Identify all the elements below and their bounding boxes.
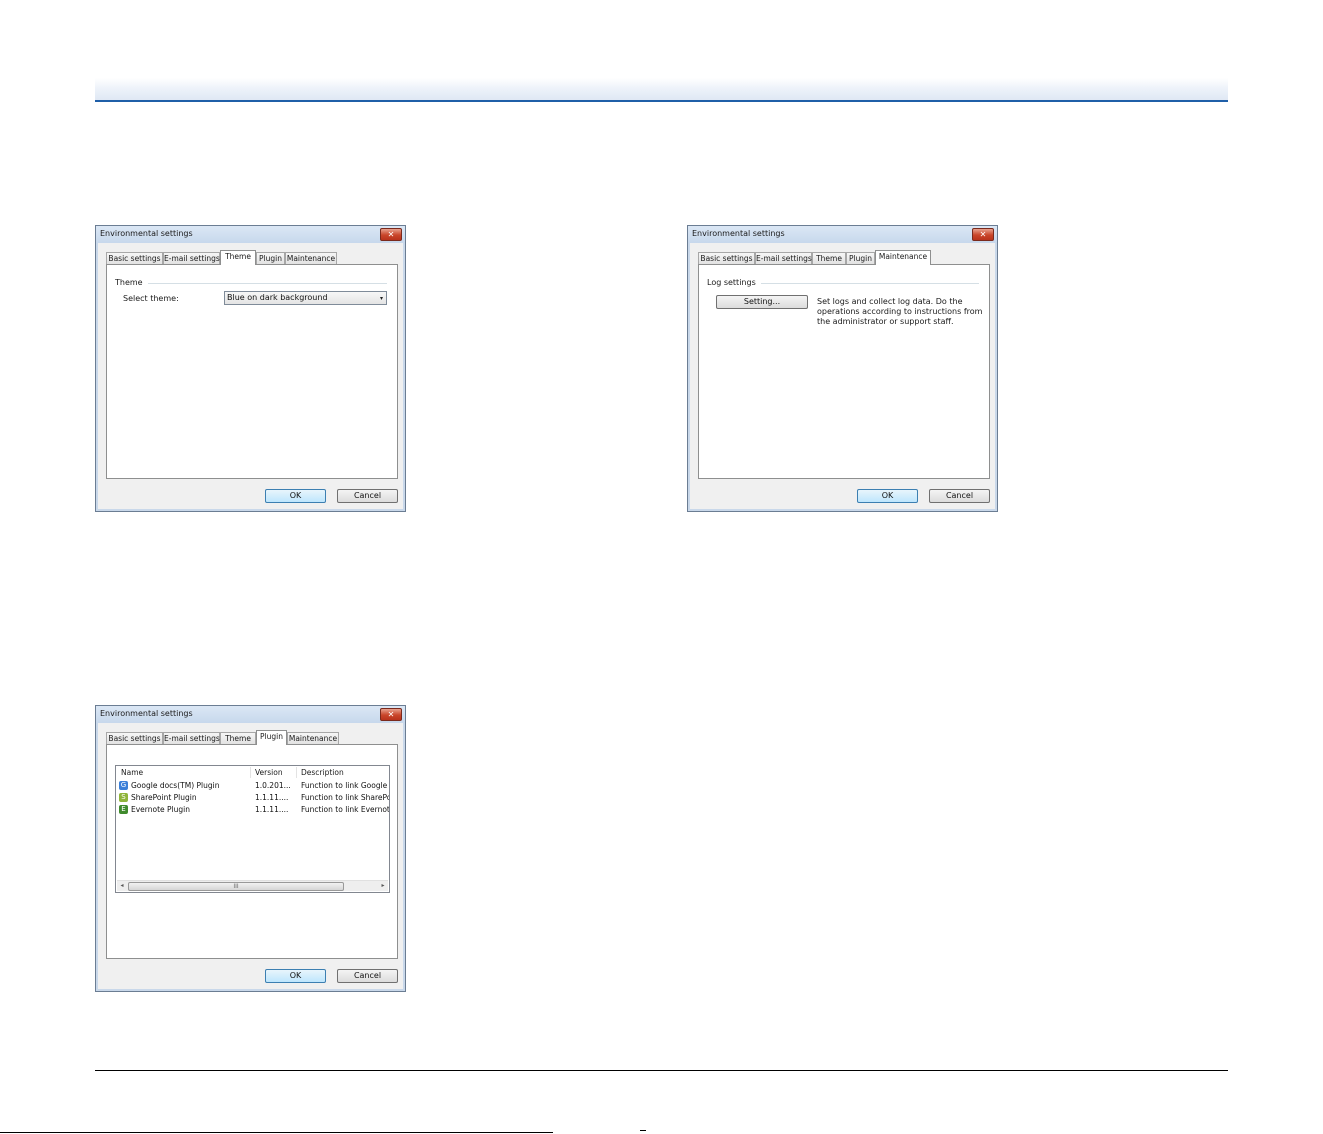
log-settings-group-label: Log settings — [707, 278, 761, 287]
chevron-down-icon: ▾ — [379, 295, 383, 302]
tab-maintenance[interactable]: Maintenance — [875, 250, 931, 265]
plugin-description: Function to link SharePo — [301, 793, 389, 802]
tab-basic-settings[interactable]: Basic settings — [106, 252, 163, 264]
environmental-settings-dialog-maintenance: Environmental settings ✕ Basic settings … — [687, 225, 998, 512]
cancel-button[interactable]: Cancel — [337, 969, 398, 983]
environmental-settings-dialog-plugin: Environmental settings ✕ Basic settings … — [95, 705, 406, 992]
plugin-version: 1.0.201... — [255, 781, 291, 790]
google-docs-icon: G — [119, 781, 128, 790]
tab-basic-settings[interactable]: Basic settings — [106, 732, 163, 744]
tab-theme[interactable]: Theme — [220, 250, 256, 265]
page-footer-rule — [95, 1070, 1228, 1071]
select-theme-label: Select theme: — [123, 294, 179, 303]
tab-basic-settings[interactable]: Basic settings — [698, 252, 755, 264]
log-setting-button[interactable]: Setting... — [716, 295, 808, 309]
tab-theme[interactable]: Theme — [220, 732, 256, 744]
title-bar: Environmental settings ✕ — [96, 706, 405, 723]
horizontal-scrollbar[interactable]: ◂ III ▸ — [117, 880, 388, 891]
plugin-name: SharePoint Plugin — [131, 793, 197, 802]
ok-button[interactable]: OK — [265, 969, 326, 983]
page-bottom-mark — [640, 1130, 646, 1131]
tab-maintenance[interactable]: Maintenance — [287, 732, 339, 744]
plugin-list-header: Name Version Description — [116, 766, 389, 779]
close-button[interactable]: ✕ — [380, 228, 402, 241]
plugin-name: Evernote Plugin — [131, 805, 190, 814]
cancel-button[interactable]: Cancel — [337, 489, 398, 503]
column-header-name[interactable]: Name — [121, 768, 143, 777]
column-header-description[interactable]: Description — [301, 768, 344, 777]
tab-plugin[interactable]: Plugin — [256, 730, 287, 745]
tab-email-settings[interactable]: E-mail settings — [163, 732, 220, 744]
scroll-right-icon[interactable]: ▸ — [378, 881, 388, 891]
column-header-version[interactable]: Version — [255, 768, 283, 777]
title-bar: Environmental settings ✕ — [688, 226, 997, 243]
tab-maintenance[interactable]: Maintenance — [285, 252, 337, 264]
dialog-client-area: Basic settings E-mail settings Theme Plu… — [690, 243, 995, 509]
dialog-title: Environmental settings — [100, 709, 193, 718]
theme-group-label: Theme — [115, 278, 148, 287]
theme-select-value: Blue on dark background — [227, 293, 328, 302]
dialog-title: Environmental settings — [692, 229, 785, 238]
tab-email-settings[interactable]: E-mail settings — [163, 252, 220, 264]
plugin-description: Function to link Google — [301, 781, 388, 790]
plugin-version: 1.1.11.... — [255, 805, 289, 814]
title-bar: Environmental settings ✕ — [96, 226, 405, 243]
plugin-list[interactable]: Name Version Description G Google docs(T… — [115, 765, 390, 893]
tab-strip: Basic settings E-mail settings Theme Plu… — [698, 250, 987, 265]
column-divider[interactable] — [296, 767, 297, 778]
environmental-settings-dialog-theme: Environmental settings ✕ Basic settings … — [95, 225, 406, 512]
sharepoint-icon: S — [119, 793, 128, 802]
tab-strip: Basic settings E-mail settings Theme Plu… — [106, 250, 395, 265]
group-divider — [115, 283, 387, 284]
scroll-left-icon[interactable]: ◂ — [117, 881, 127, 891]
close-button[interactable]: ✕ — [972, 228, 994, 241]
list-item[interactable]: G Google docs(TM) Plugin 1.0.201... Func… — [116, 780, 389, 792]
tab-plugin[interactable]: Plugin — [256, 252, 285, 264]
scrollbar-thumb[interactable]: III — [128, 882, 344, 891]
list-item[interactable]: S SharePoint Plugin 1.1.11.... Function … — [116, 792, 389, 804]
column-divider[interactable] — [250, 767, 251, 778]
tab-email-settings[interactable]: E-mail settings — [755, 252, 812, 264]
close-button[interactable]: ✕ — [380, 708, 402, 721]
plugin-panel: Name Version Description G Google docs(T… — [106, 744, 398, 959]
tab-strip: Basic settings E-mail settings Theme Plu… — [106, 730, 395, 745]
plugin-version: 1.1.11.... — [255, 793, 289, 802]
evernote-icon: E — [119, 805, 128, 814]
list-item[interactable]: E Evernote Plugin 1.1.11.... Function to… — [116, 804, 389, 816]
plugin-description: Function to link Evernot — [301, 805, 389, 814]
log-settings-help-text: Set logs and collect log data. Do the op… — [817, 297, 983, 326]
tab-theme[interactable]: Theme — [812, 252, 846, 264]
plugin-name: Google docs(TM) Plugin — [131, 781, 220, 790]
cancel-button[interactable]: Cancel — [929, 489, 990, 503]
theme-panel: Theme Select theme: Blue on dark backgro… — [106, 264, 398, 479]
ok-button[interactable]: OK — [857, 489, 918, 503]
page-header-rule — [95, 100, 1228, 102]
tab-plugin[interactable]: Plugin — [846, 252, 875, 264]
maintenance-panel: Log settings Setting... Set logs and col… — [698, 264, 990, 479]
dialog-client-area: Basic settings E-mail settings Theme Plu… — [98, 723, 403, 989]
dialog-title: Environmental settings — [100, 229, 193, 238]
page-bottom-rule — [0, 1132, 553, 1133]
page-header-band — [95, 78, 1228, 100]
dialog-client-area: Basic settings E-mail settings Theme Plu… — [98, 243, 403, 509]
theme-select[interactable]: Blue on dark background ▾ — [224, 291, 387, 305]
ok-button[interactable]: OK — [265, 489, 326, 503]
